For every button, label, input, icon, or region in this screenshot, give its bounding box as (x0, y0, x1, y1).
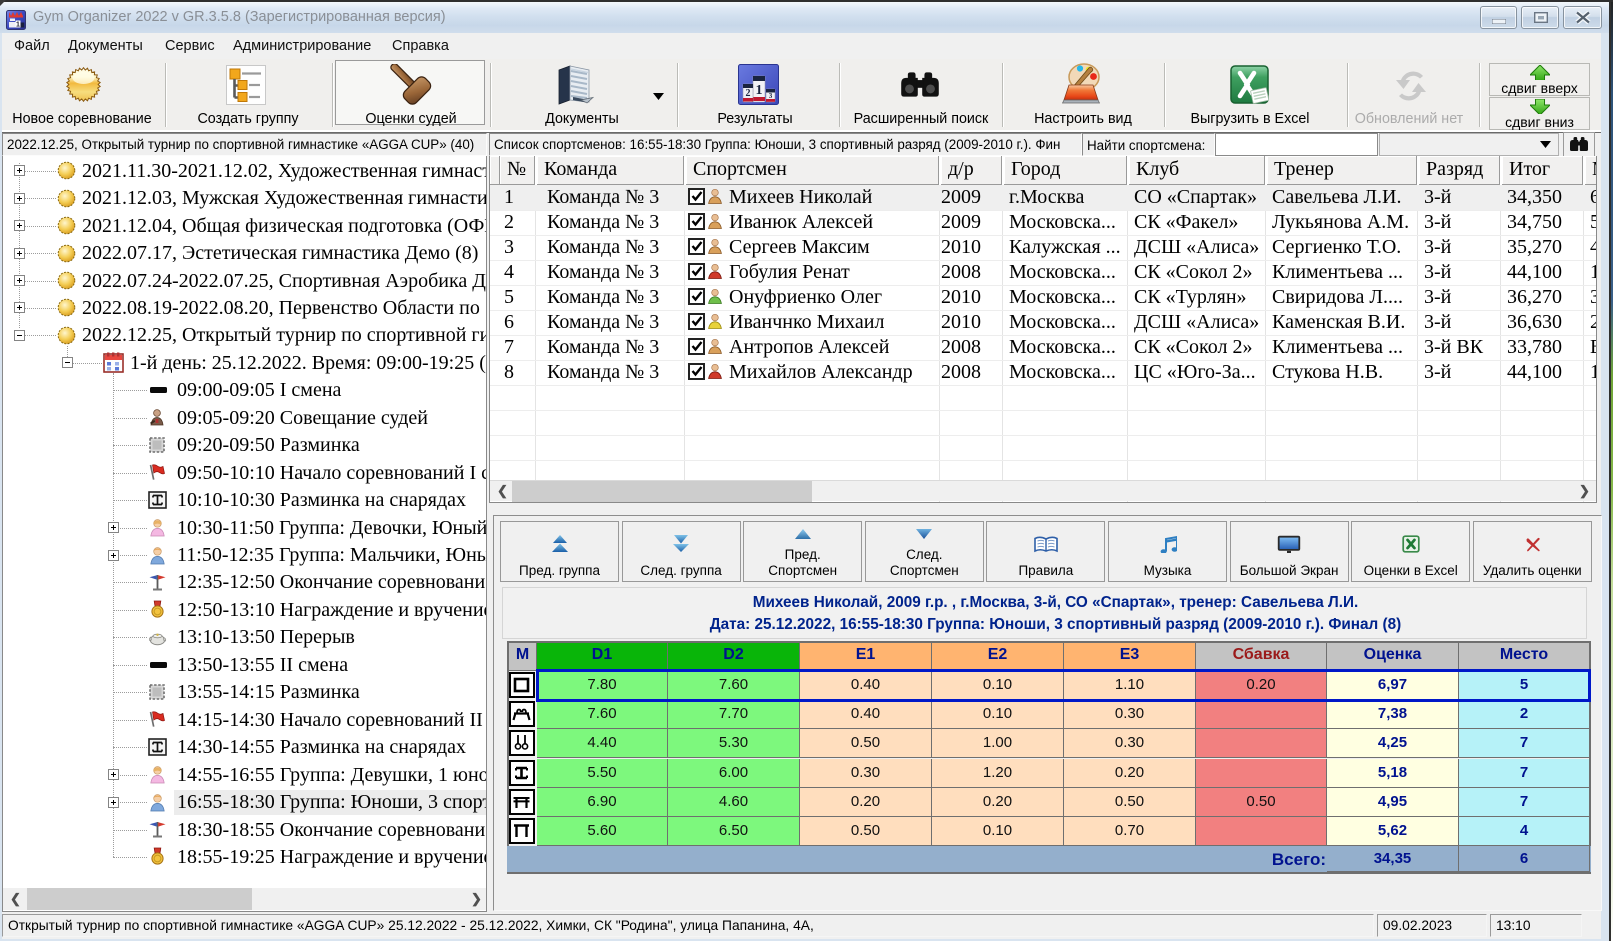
svg-text:2: 2 (746, 88, 751, 99)
svg-text:1: 1 (16, 22, 20, 29)
svg-text:1: 1 (756, 83, 763, 98)
svg-text:3: 3 (769, 92, 773, 100)
